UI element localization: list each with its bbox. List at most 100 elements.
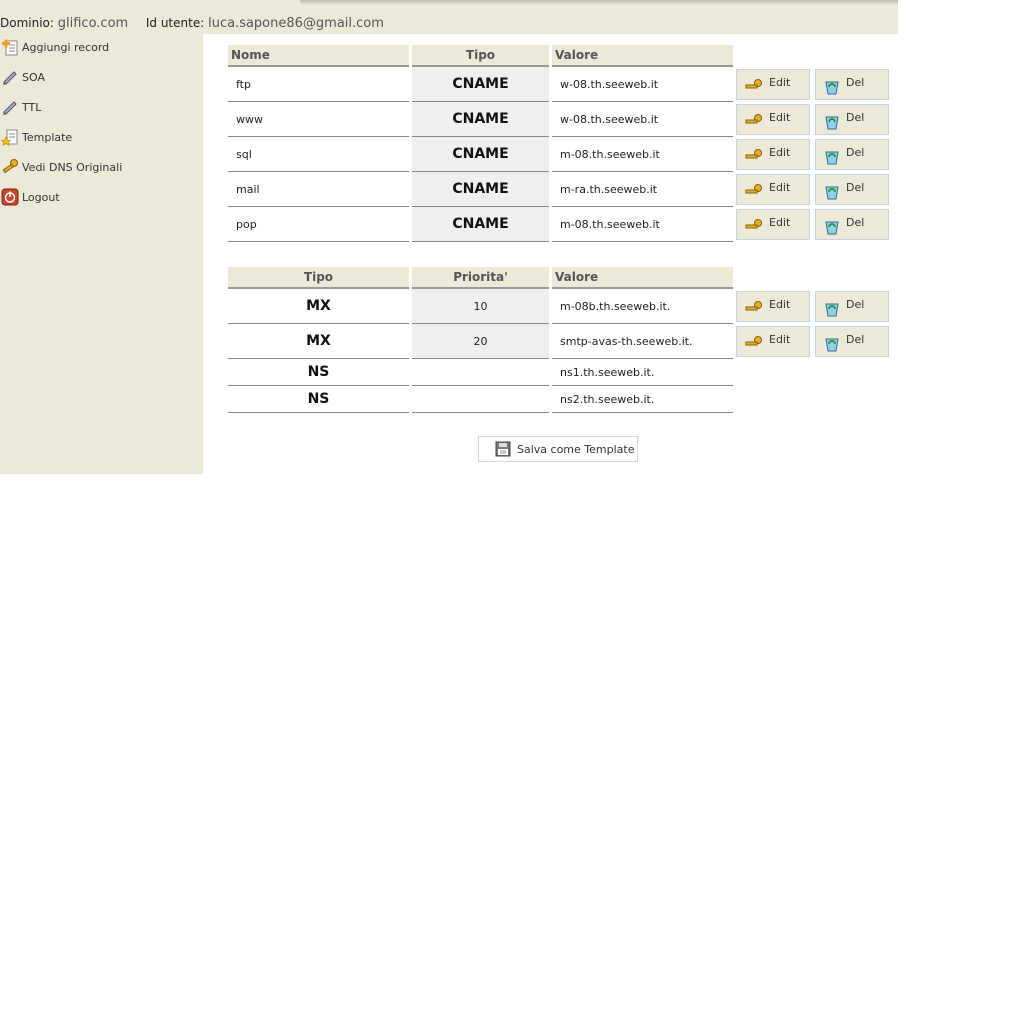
sidebar-item-label: Logout xyxy=(22,190,60,204)
edit-button[interactable]: Edit xyxy=(736,139,810,170)
sidebar-item-label: Vedi DNS Originali xyxy=(22,160,123,174)
record-value: m-ra.th.seeweb.it xyxy=(552,172,733,207)
column-header-tipo: Tipo xyxy=(412,45,549,67)
record-priority: 10 xyxy=(412,289,549,324)
table-row: sql CNAME m-08.th.seeweb.it Edit Del xyxy=(228,137,892,172)
record-name: www xyxy=(228,102,409,137)
top-bar-shade xyxy=(300,0,898,5)
key-icon xyxy=(745,113,763,130)
record-name: pop xyxy=(228,207,409,242)
record-value: m-08.th.seeweb.it xyxy=(552,207,733,242)
del-label: Del xyxy=(846,333,865,346)
del-label: Del xyxy=(846,146,865,159)
recycle-bin-icon xyxy=(824,113,840,133)
user-label: Id utente: xyxy=(145,16,205,30)
table-row: ftp CNAME w-08.th.seeweb.it Edit Del xyxy=(228,67,892,102)
template-star-icon xyxy=(0,127,20,147)
table-header-row: Nome Tipo Valore xyxy=(228,45,892,67)
recycle-bin-icon xyxy=(824,335,840,355)
sidebar-item-soa[interactable]: SOA xyxy=(0,66,45,88)
edit-button[interactable]: Edit xyxy=(736,104,810,135)
record-name: mail xyxy=(228,172,409,207)
edit-button[interactable]: Edit xyxy=(736,291,810,322)
delete-button[interactable]: Del xyxy=(815,104,889,135)
delete-button[interactable]: Del xyxy=(815,291,889,322)
edit-button[interactable]: Edit xyxy=(736,174,810,205)
pencil-icon xyxy=(0,67,20,87)
recycle-bin-icon xyxy=(824,300,840,320)
edit-label: Edit xyxy=(769,216,791,229)
record-type: MX xyxy=(228,289,409,324)
save-as-template-button[interactable]: Salva come Template xyxy=(478,436,638,462)
key-icon xyxy=(745,335,763,352)
edit-label: Edit xyxy=(769,76,791,89)
table-header-row: Tipo Priorita' Valore xyxy=(228,267,892,289)
pencil-icon xyxy=(0,97,20,117)
table-row: NS ns1.th.seeweb.it. xyxy=(228,359,892,386)
domain-label: Dominio: xyxy=(0,16,54,30)
recycle-bin-icon xyxy=(824,78,840,98)
record-value: w-08.th.seeweb.it xyxy=(552,67,733,102)
record-type: CNAME xyxy=(412,137,549,172)
record-value: ns2.th.seeweb.it. xyxy=(552,386,733,413)
del-label: Del xyxy=(846,298,865,311)
key-icon xyxy=(745,183,763,200)
edit-label: Edit xyxy=(769,333,791,346)
table-row: pop CNAME m-08.th.seeweb.it Edit Del xyxy=(228,207,892,242)
delete-button[interactable]: Del xyxy=(815,69,889,100)
key-icon xyxy=(745,218,763,235)
edit-button[interactable]: Edit xyxy=(736,69,810,100)
table-row: www CNAME w-08.th.seeweb.it Edit Del xyxy=(228,102,892,137)
sidebar-item-label: TTL xyxy=(22,100,42,114)
table-row: MX 20 smtp-avas-th.seeweb.it. Edit Del xyxy=(228,324,892,359)
delete-button[interactable]: Del xyxy=(815,174,889,205)
table-row: NS ns2.th.seeweb.it. xyxy=(228,386,892,413)
sidebar-item-aggiungi-record[interactable]: Aggiungi record xyxy=(0,36,109,58)
del-label: Del xyxy=(846,111,865,124)
user-value: luca.sapone86@gmail.com xyxy=(208,16,384,31)
record-type: CNAME xyxy=(412,172,549,207)
record-priority xyxy=(412,386,549,413)
sidebar-item-label: Template xyxy=(22,130,73,144)
edit-label: Edit xyxy=(769,111,791,124)
floppy-disk-icon xyxy=(495,441,511,457)
save-as-template-label: Salva come Template xyxy=(517,442,635,456)
column-header-tipo: Tipo xyxy=(228,267,409,289)
del-label: Del xyxy=(846,216,865,229)
sidebar-item-vedi-dns-originali[interactable]: Vedi DNS Originali xyxy=(0,156,122,178)
record-value: smtp-avas-th.seeweb.it. xyxy=(552,324,733,359)
delete-button[interactable]: Del xyxy=(815,139,889,170)
sidebar-item-ttl[interactable]: TTL xyxy=(0,96,41,118)
edit-label: Edit xyxy=(769,181,791,194)
key-icon xyxy=(745,300,763,317)
delete-button[interactable]: Del xyxy=(815,209,889,240)
sidebar-item-label: Aggiungi record xyxy=(22,40,110,54)
recycle-bin-icon xyxy=(824,148,840,168)
record-name: sql xyxy=(228,137,409,172)
sidebar-item-label: SOA xyxy=(22,70,45,84)
recycle-bin-icon xyxy=(824,183,840,203)
key-icon xyxy=(0,157,20,177)
sidebar-item-template[interactable]: Template xyxy=(0,126,72,148)
table-row: MX 10 m-08b.th.seeweb.it. Edit Del xyxy=(228,289,892,324)
record-priority: 20 xyxy=(412,324,549,359)
recycle-bin-icon xyxy=(824,218,840,238)
record-type: CNAME xyxy=(412,102,549,137)
column-header-nome: Nome xyxy=(228,45,409,67)
sidebar-item-logout[interactable]: Logout xyxy=(0,186,60,208)
column-header-valore: Valore xyxy=(552,45,733,67)
delete-button[interactable]: Del xyxy=(815,326,889,357)
record-value: ns1.th.seeweb.it. xyxy=(552,359,733,386)
table-row: mail CNAME m-ra.th.seeweb.it Edit Del xyxy=(228,172,892,207)
column-header-valore: Valore xyxy=(552,267,733,289)
record-value: w-08.th.seeweb.it xyxy=(552,102,733,137)
sidebar: Aggiungi record SOA TTL Template Vedi DN… xyxy=(0,34,203,474)
power-icon xyxy=(0,187,20,207)
record-type: CNAME xyxy=(412,207,549,242)
mx-ns-table: Tipo Priorita' Valore MX 10 m-08b.th.see… xyxy=(225,267,895,413)
cname-table: Nome Tipo Valore ftp CNAME w-08.th.seewe… xyxy=(225,45,895,242)
record-priority xyxy=(412,359,549,386)
edit-button[interactable]: Edit xyxy=(736,209,810,240)
edit-button[interactable]: Edit xyxy=(736,326,810,357)
record-name: ftp xyxy=(228,67,409,102)
